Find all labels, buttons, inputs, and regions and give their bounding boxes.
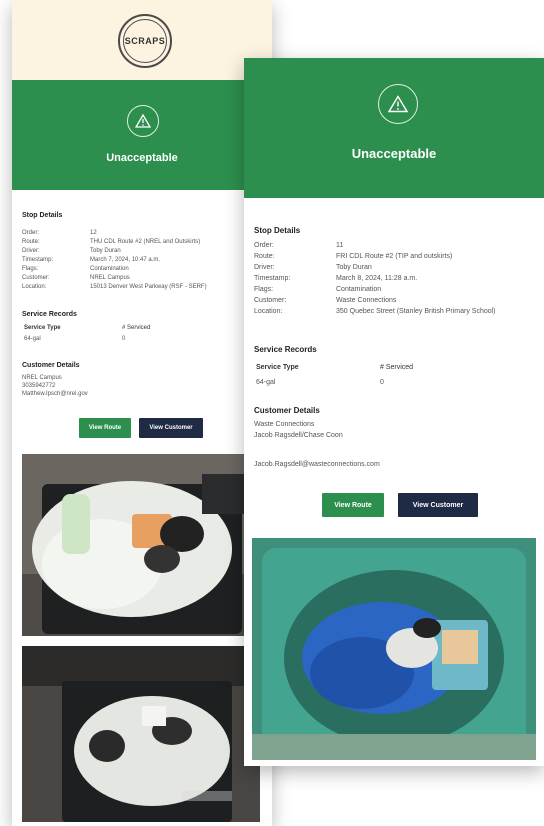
service-type-cell: 64-gal <box>256 379 276 386</box>
customer-contacts: Jacob Ragsdell/Chase Coon <box>254 432 343 439</box>
service-records-title: Service Records <box>22 311 77 318</box>
stop-details-title: Stop Details <box>254 226 301 235</box>
report-card-back: SCRAPS Unacceptable Stop Details Order: 1… <box>12 0 272 826</box>
scraps-logo: SCRAPS <box>118 14 172 68</box>
customer-phone: 3035942772 <box>22 383 56 389</box>
customer-email-link[interactable]: Jacob.Ragsdell@wasteconnections.com <box>254 460 380 469</box>
customer-name: Waste Connections <box>254 421 315 428</box>
view-customer-button[interactable]: View Customer <box>139 418 203 438</box>
status-banner: Unacceptable <box>244 58 544 198</box>
serviced-count-cell: 0 <box>380 379 384 386</box>
contamination-photo-2 <box>22 646 260 822</box>
contamination-photo-3 <box>252 538 536 760</box>
warning-icon <box>378 84 418 124</box>
report-card-front: Unacceptable Stop Details Order: 11 Route… <box>244 58 544 766</box>
serviced-count-header: # Serviced <box>380 364 414 371</box>
customer-details-title: Customer Details <box>254 406 320 415</box>
customer-email-link[interactable]: Matthew.Ipsch@nrel.gov <box>22 390 88 398</box>
status-title: Unacceptable <box>351 146 437 161</box>
view-route-button[interactable]: View Route <box>322 493 384 517</box>
service-records-title: Service Records <box>254 345 317 354</box>
service-type-header: Service Type <box>256 364 299 371</box>
service-type-cell: 64-gal <box>24 336 41 342</box>
serviced-count-cell: 0 <box>122 336 126 342</box>
customer-name: NREL Campus <box>22 375 62 381</box>
view-customer-button[interactable]: View Customer <box>398 493 478 517</box>
contamination-photo-1 <box>22 454 260 636</box>
warning-icon <box>127 105 159 137</box>
status-title: Unacceptable <box>106 152 178 164</box>
logo-text: SCRAPS <box>123 19 167 63</box>
service-type-header: Service Type <box>24 325 61 331</box>
customer-details-title: Customer Details <box>22 362 80 369</box>
logo-header: SCRAPS <box>12 0 272 80</box>
serviced-count-header: # Serviced <box>122 325 151 331</box>
stop-details-title: Stop Details <box>22 212 63 219</box>
view-route-button[interactable]: View Route <box>79 418 131 438</box>
status-banner: Unacceptable <box>12 80 272 190</box>
